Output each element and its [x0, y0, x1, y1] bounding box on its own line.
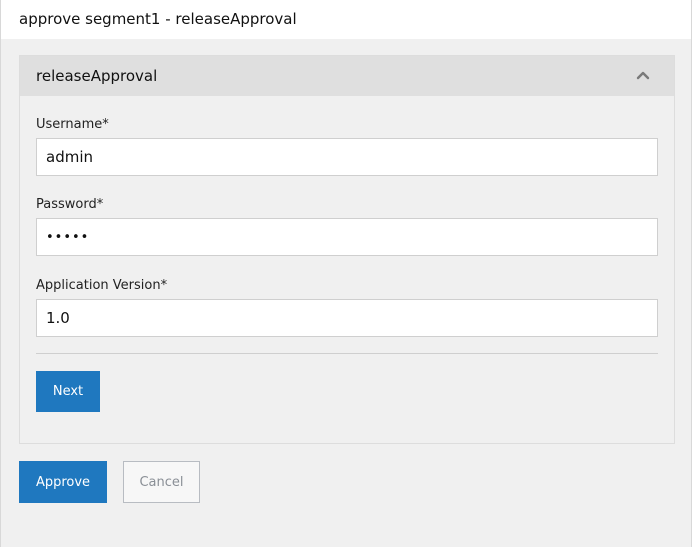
- password-field[interactable]: [36, 218, 658, 256]
- release-approval-panel: releaseApproval Username* Password* Appl…: [19, 55, 675, 444]
- approve-button[interactable]: Approve: [19, 461, 107, 503]
- dialog-header: approve segment1 - releaseApproval: [1, 0, 691, 39]
- chevron-up-icon[interactable]: [632, 64, 654, 86]
- app-version-label: Application Version*: [36, 278, 168, 293]
- panel-title: releaseApproval: [36, 67, 158, 85]
- form-divider: [36, 353, 658, 354]
- approval-dialog: approve segment1 - releaseApproval relea…: [0, 0, 692, 547]
- username-field[interactable]: [36, 138, 658, 176]
- next-button[interactable]: Next: [36, 371, 100, 412]
- panel-header[interactable]: releaseApproval: [20, 56, 674, 96]
- username-label: Username*: [36, 117, 109, 132]
- cancel-button[interactable]: Cancel: [123, 461, 200, 503]
- password-label: Password*: [36, 197, 104, 212]
- dialog-title: approve segment1 - releaseApproval: [19, 10, 297, 28]
- app-version-field[interactable]: [36, 299, 658, 337]
